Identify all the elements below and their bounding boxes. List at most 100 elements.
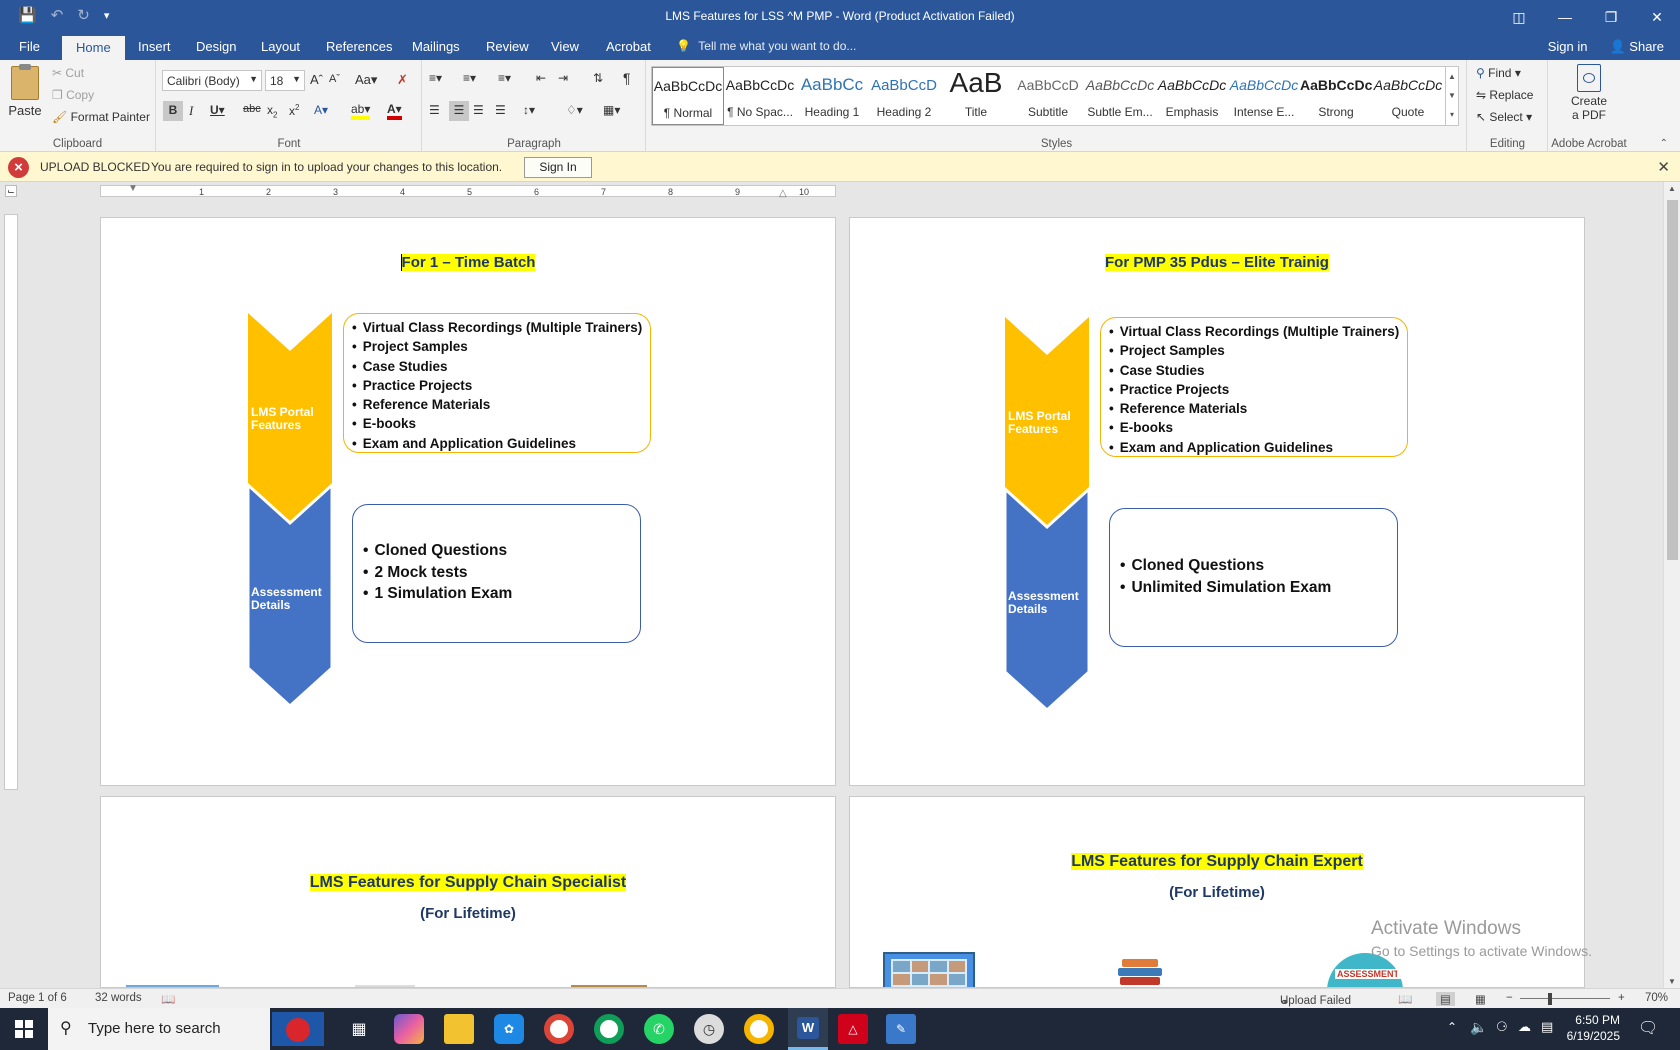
bold-icon[interactable]: B (163, 101, 183, 121)
proofing-icon[interactable]: 📖 (161, 992, 175, 1006)
tab-insert[interactable]: Insert (138, 39, 171, 54)
document-page-3[interactable]: LMS Features for Supply Chain Specialist… (100, 796, 836, 988)
italic-icon[interactable]: I (189, 103, 193, 119)
copy-button[interactable]: ❐ Copy (52, 88, 94, 102)
style-normal[interactable]: AaBbCcDc ¶ Normal (652, 67, 724, 125)
multilevel-list-icon[interactable]: ≡▾ (498, 71, 511, 85)
clock-app-icon[interactable]: ◷ (694, 1014, 724, 1044)
task-view-icon[interactable]: ▦ (344, 1014, 374, 1044)
borders-icon[interactable]: ▦▾ (603, 103, 620, 117)
font-name-select[interactable]: Calibri (Body) ▼ (162, 70, 262, 91)
underline-icon[interactable]: U▾ (210, 103, 225, 117)
strikethrough-icon[interactable]: abc (243, 103, 261, 115)
align-left-icon[interactable]: ☰ (429, 103, 440, 117)
numbering-icon[interactable]: ≡▾ (463, 71, 476, 85)
ribbon-display-options-icon[interactable]: ◫ (1496, 0, 1542, 34)
news-widget-icon[interactable] (272, 1012, 324, 1046)
chrome-icon[interactable] (544, 1014, 574, 1044)
superscript-icon[interactable]: x2 (289, 103, 299, 118)
decrease-indent-icon[interactable]: ⇤ (536, 71, 546, 85)
subscript-icon[interactable]: x2 (267, 103, 277, 119)
styles-scroll[interactable]: ▲ ▼ ▾ (1445, 66, 1459, 126)
style-heading-1[interactable]: AaBbCc Heading 1 (796, 67, 868, 125)
tab-acrobat[interactable]: Acrobat (606, 39, 651, 54)
text-effects-icon[interactable]: A▾ (314, 103, 328, 117)
indent-marker[interactable]: ▼ (128, 183, 138, 194)
notifications-icon[interactable]: 🗨 (1638, 1018, 1658, 1038)
tab-selector-icon[interactable]: ⌙ (5, 185, 17, 197)
show-hidden-icons[interactable]: ⌃ (1447, 1020, 1457, 1034)
style-subtle-emphasis[interactable]: AaBbCcDc Subtle Em... (1084, 67, 1156, 125)
select-button[interactable]: ↖ Select ▾ (1476, 110, 1532, 124)
share-button[interactable]: 👤 Share (1609, 39, 1664, 55)
bullets-icon[interactable]: ≡▾ (429, 71, 442, 85)
tab-references[interactable]: References (326, 39, 392, 54)
paste-button[interactable]: Paste (6, 64, 44, 118)
weather-icon[interactable]: ☁ (1518, 1019, 1531, 1035)
line-spacing-icon[interactable]: ↕▾ (523, 103, 535, 117)
page-2-title[interactable]: For PMP 35 Pdus – Elite Trainig (1105, 254, 1329, 271)
increase-indent-icon[interactable]: ⇥ (558, 71, 568, 85)
page-count[interactable]: Page 1 of 6 (8, 992, 67, 1004)
minimize-button[interactable]: — (1542, 0, 1588, 34)
volume-icon[interactable]: 🔈 (1470, 1019, 1487, 1036)
network-icon[interactable]: ▤ (1541, 1019, 1553, 1035)
font-size-select[interactable]: 18 ▼ (265, 70, 305, 91)
tab-mailings[interactable]: Mailings (412, 39, 460, 54)
sign-in-link[interactable]: Sign in (1548, 39, 1588, 55)
replace-button[interactable]: ⇋ Replace (1476, 88, 1533, 102)
sort-icon[interactable]: ⇅ (593, 71, 603, 85)
tab-review[interactable]: Review (486, 39, 529, 54)
style-quote[interactable]: AaBbCcDc Quote (1372, 67, 1444, 125)
tab-layout[interactable]: Layout (261, 39, 300, 54)
document-page-1[interactable]: For 1 – Time Batch LMS Portal Features A… (100, 217, 836, 786)
zoom-slider-thumb[interactable] (1548, 993, 1552, 1005)
scroll-down-icon[interactable]: ▼ (1668, 977, 1676, 986)
highlight-icon[interactable]: ab▾ (351, 102, 371, 120)
align-center-icon[interactable]: ☰ (449, 101, 469, 121)
find-button[interactable]: ⚲ Find ▾ (1476, 66, 1521, 80)
page-4-title[interactable]: LMS Features for Supply Chain Expert (1071, 853, 1363, 870)
file-explorer-icon[interactable] (444, 1014, 474, 1044)
page-1-title[interactable]: For 1 – Time Batch (400, 254, 536, 271)
style-emphasis[interactable]: AaBbCcDc Emphasis (1156, 67, 1228, 125)
copilot-icon[interactable] (394, 1014, 424, 1044)
vertical-scrollbar[interactable]: ▲ ▼ (1663, 182, 1680, 988)
word-taskbar-icon[interactable]: W (788, 1008, 828, 1050)
whatsapp-icon[interactable]: ✆ (644, 1014, 674, 1044)
style-heading-2[interactable]: AaBbCcD Heading 2 (868, 67, 940, 125)
show-marks-icon[interactable]: ¶ (623, 70, 631, 86)
maximize-button[interactable]: ❐ (1588, 0, 1634, 34)
taskbar-search[interactable]: ⚲ Type here to search (48, 1008, 270, 1050)
create-pdf-button[interactable]: Create a PDF (1557, 64, 1621, 122)
grow-font-icon[interactable]: Aˆ (310, 72, 323, 87)
zoom-slider[interactable] (1520, 998, 1610, 999)
scroll-up-icon[interactable]: ▲ (1668, 184, 1676, 193)
chrome-secondary-icon[interactable] (744, 1014, 774, 1044)
change-case-icon[interactable]: Aa▾ (355, 72, 377, 88)
chrome-profile-icon[interactable] (594, 1014, 624, 1044)
style-subtitle[interactable]: AaBbCcD Subtitle (1012, 67, 1084, 125)
zoom-out-icon[interactable]: − (1506, 992, 1513, 1004)
web-layout-icon[interactable]: ▦ (1475, 992, 1486, 1006)
close-icon[interactable]: ✕ (1657, 158, 1670, 176)
collapse-ribbon-icon[interactable]: ⌃ (1660, 138, 1668, 149)
align-right-icon[interactable]: ☰ (473, 103, 484, 117)
app-icon[interactable]: ✎ (886, 1014, 916, 1044)
scrollbar-thumb[interactable] (1667, 200, 1678, 560)
shrink-font-icon[interactable]: Aˇ (329, 73, 340, 85)
cut-button[interactable]: ✂ Cut (52, 66, 84, 80)
read-mode-icon[interactable]: 📖 (1398, 992, 1412, 1006)
word-count[interactable]: 32 words (95, 992, 142, 1004)
style-title[interactable]: AaB Title (940, 67, 1012, 125)
zoom-in-icon[interactable]: + (1618, 992, 1625, 1004)
close-button[interactable]: ✕ (1634, 0, 1680, 34)
zoom-level[interactable]: 70% (1645, 992, 1668, 1004)
location-icon[interactable]: ⚆ (1496, 1019, 1508, 1035)
message-sign-in-button[interactable]: Sign In (524, 157, 592, 178)
tell-me-input[interactable]: Tell me what you want to do... (698, 39, 856, 53)
tab-file[interactable]: File (19, 39, 40, 54)
print-layout-icon[interactable]: ▤ (1436, 992, 1455, 1006)
tab-home[interactable]: Home (62, 36, 125, 60)
style-intense-emphasis[interactable]: AaBbCcDc Intense E... (1228, 67, 1300, 125)
